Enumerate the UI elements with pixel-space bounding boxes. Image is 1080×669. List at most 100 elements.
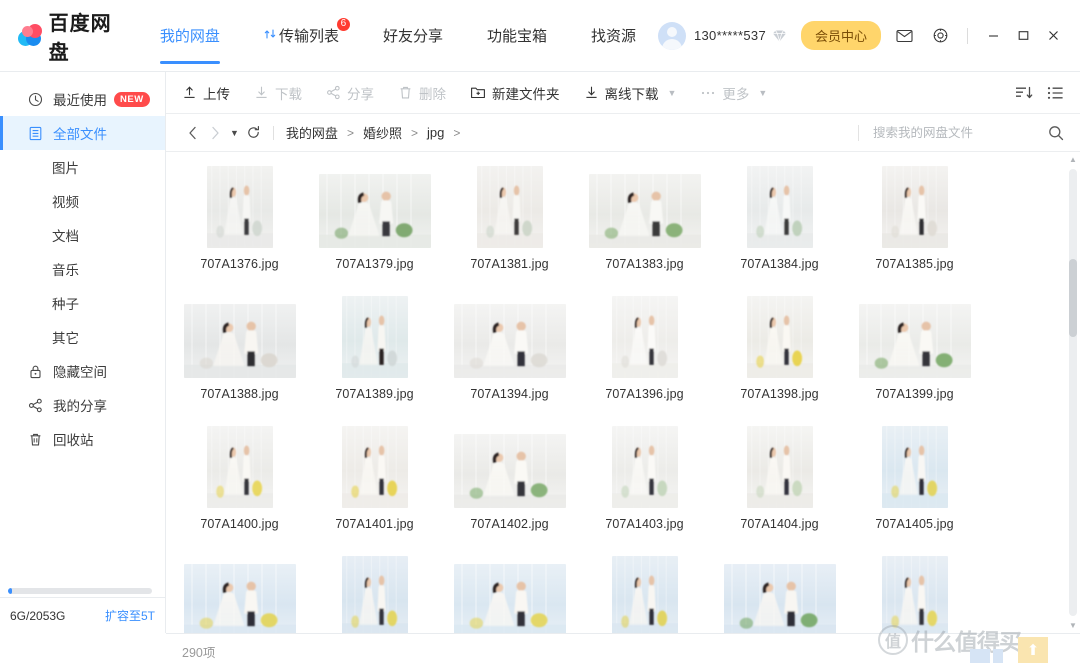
file-item[interactable]	[847, 552, 982, 633]
maximize-button[interactable]	[1010, 23, 1036, 49]
file-item[interactable]	[442, 552, 577, 633]
file-item[interactable]	[307, 552, 442, 633]
toolbar-label: 更多	[722, 86, 750, 102]
file-item[interactable]: 707A1381.jpg	[442, 162, 577, 292]
file-thumbnail[interactable]	[588, 166, 701, 248]
delete-button[interactable]: 删除	[398, 83, 446, 103]
sidebar-item-all-files[interactable]: 全部文件	[0, 116, 165, 150]
file-thumbnail[interactable]	[183, 296, 296, 378]
file-thumbnail[interactable]	[746, 426, 813, 508]
sidebar-item-recent[interactable]: 最近使用 NEW	[0, 82, 165, 116]
file-item[interactable]	[712, 552, 847, 633]
file-item[interactable]: 707A1384.jpg	[712, 162, 847, 292]
file-thumbnail[interactable]	[723, 556, 836, 633]
vip-center-button[interactable]: 会员中心	[800, 21, 881, 50]
app-logo[interactable]: 百度网盘	[18, 7, 112, 65]
sidebar-item-documents[interactable]: 文档	[0, 218, 165, 252]
nav-item-find-resources[interactable]: 找资源	[569, 0, 658, 72]
nav-item-friend-share[interactable]: 好友分享	[361, 0, 465, 72]
file-thumbnail[interactable]	[611, 556, 678, 633]
sidebar-item-my-shares[interactable]: 我的分享	[0, 388, 165, 422]
sidebar-item-videos[interactable]: 视频	[0, 184, 165, 218]
file-thumbnail[interactable]	[453, 426, 566, 508]
sidebar-item-others[interactable]: 其它	[0, 320, 165, 354]
file-thumbnail[interactable]	[611, 426, 678, 508]
file-thumbnail[interactable]	[476, 166, 543, 248]
scroll-down-arrow-icon[interactable]: ▼	[1069, 618, 1077, 633]
chevron-down-icon[interactable]: ▼	[668, 88, 677, 98]
sidebar-item-torrents[interactable]: 种子	[0, 286, 165, 320]
file-thumbnail[interactable]	[341, 426, 408, 508]
file-item[interactable]: 707A1396.jpg	[577, 292, 712, 422]
file-thumbnail[interactable]	[453, 296, 566, 378]
chevron-down-icon[interactable]: ▼	[758, 88, 767, 98]
file-thumbnail[interactable]	[206, 166, 273, 248]
forward-button[interactable]	[204, 122, 226, 144]
file-item[interactable]: 707A1401.jpg	[307, 422, 442, 552]
file-item[interactable]: 707A1383.jpg	[577, 162, 712, 292]
avatar[interactable]	[658, 21, 686, 50]
file-item[interactable]: 707A1398.jpg	[712, 292, 847, 422]
breadcrumb-item-1[interactable]: 婚纱照	[363, 123, 402, 142]
file-thumbnail[interactable]	[341, 296, 408, 378]
file-thumbnail[interactable]	[611, 296, 678, 378]
file-thumbnail[interactable]	[881, 166, 948, 248]
file-thumbnail[interactable]	[746, 296, 813, 378]
search-input[interactable]	[873, 125, 1038, 140]
list-view-icon[interactable]	[1047, 85, 1064, 101]
file-item[interactable]: 707A1402.jpg	[442, 422, 577, 552]
nav-item-my-netdisk[interactable]: 我的网盘	[138, 0, 242, 72]
file-item[interactable]: 707A1389.jpg	[307, 292, 442, 422]
mail-icon[interactable]	[891, 23, 917, 49]
offline-download-button[interactable]: 离线下载 ▼	[584, 83, 677, 103]
file-thumbnail[interactable]	[858, 296, 971, 378]
scroll-up-arrow-icon[interactable]: ▲	[1069, 152, 1077, 167]
more-button[interactable]: 更多 ▼	[700, 83, 767, 103]
file-thumbnail[interactable]	[318, 166, 431, 248]
nav-item-transfer-list[interactable]: 传输列表 6	[242, 0, 361, 72]
file-item[interactable]: 707A1376.jpg	[172, 162, 307, 292]
upload-button[interactable]: 上传	[182, 83, 230, 103]
file-thumbnail[interactable]	[746, 166, 813, 248]
file-item[interactable]: 707A1379.jpg	[307, 162, 442, 292]
download-button[interactable]: 下载	[254, 83, 302, 103]
file-thumbnail[interactable]	[881, 556, 948, 633]
share-button[interactable]: 分享	[326, 83, 374, 103]
upgrade-link[interactable]: 扩容至5T	[105, 607, 155, 624]
breadcrumb-item-root[interactable]: 我的网盘	[286, 123, 338, 142]
breadcrumb-item-2[interactable]: jpg	[427, 125, 444, 140]
nav-item-feature-box[interactable]: 功能宝箱	[465, 0, 569, 72]
sidebar-item-hidden-space[interactable]: 隐藏空间	[0, 354, 165, 388]
history-dropdown-icon[interactable]: ▼	[230, 128, 239, 138]
file-item[interactable]	[172, 552, 307, 633]
file-thumbnail[interactable]	[453, 556, 566, 633]
close-button[interactable]	[1040, 23, 1066, 49]
file-item[interactable]	[577, 552, 712, 633]
refresh-button[interactable]	[243, 122, 265, 144]
sort-descending-icon[interactable]	[1015, 85, 1033, 101]
file-item[interactable]: 707A1394.jpg	[442, 292, 577, 422]
search-icon[interactable]	[1048, 125, 1064, 141]
sidebar-item-pictures[interactable]: 图片	[0, 150, 165, 184]
vertical-scrollbar[interactable]: ▲ ▼	[1066, 152, 1080, 633]
file-thumbnail[interactable]	[881, 426, 948, 508]
file-thumbnail[interactable]	[183, 556, 296, 633]
file-item[interactable]: 707A1400.jpg	[172, 422, 307, 552]
back-button[interactable]	[182, 122, 204, 144]
file-item[interactable]: 707A1385.jpg	[847, 162, 982, 292]
file-item[interactable]: 707A1399.jpg	[847, 292, 982, 422]
file-item[interactable]: 707A1404.jpg	[712, 422, 847, 552]
new-folder-button[interactable]: 新建文件夹	[470, 83, 560, 103]
minimize-button[interactable]	[980, 23, 1006, 49]
file-item[interactable]: 707A1405.jpg	[847, 422, 982, 552]
sidebar-item-music[interactable]: 音乐	[0, 252, 165, 286]
file-thumbnail[interactable]	[206, 426, 273, 508]
gear-icon[interactable]	[927, 23, 953, 49]
file-item[interactable]: 707A1403.jpg	[577, 422, 712, 552]
file-item[interactable]: 707A1388.jpg	[172, 292, 307, 422]
sidebar-item-recycle-bin[interactable]: 回收站	[0, 422, 165, 456]
nav-label: 好友分享	[382, 28, 443, 45]
scrollbar-track[interactable]	[1069, 169, 1077, 616]
file-thumbnail[interactable]	[341, 556, 408, 633]
scrollbar-thumb[interactable]	[1069, 259, 1077, 337]
